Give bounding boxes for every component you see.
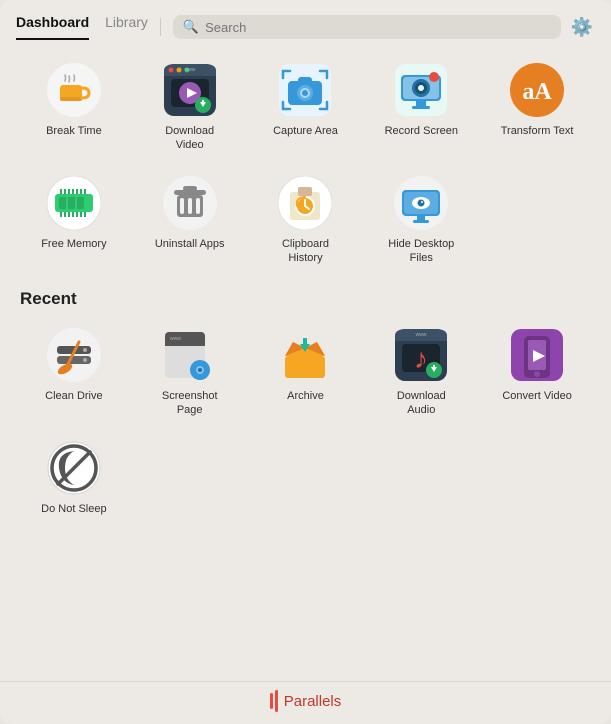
convert-video-label: Convert Video xyxy=(502,389,572,403)
hide-desktop-files-label: Hide DesktopFiles xyxy=(388,237,454,266)
search-icon: 🔍 xyxy=(183,19,199,35)
capture-area-label: Capture Area xyxy=(273,124,338,138)
settings-button[interactable]: ⚙️ xyxy=(569,15,595,40)
parallels-logo: Parallels xyxy=(270,690,342,712)
record-screen-item[interactable]: Record Screen xyxy=(363,52,479,161)
capture-area-icon-wrap xyxy=(277,62,333,118)
svg-text:aA: aA xyxy=(522,79,552,105)
gear-icon: ⚙️ xyxy=(571,17,593,37)
tabs: Dashboard Library xyxy=(16,14,148,40)
archive-icon-wrap xyxy=(277,327,333,383)
download-audio-item[interactable]: www ♪ DownloadAudio xyxy=(363,317,479,426)
download-video-item[interactable]: www DownloadVideo xyxy=(132,52,248,161)
download-video-label: DownloadVideo xyxy=(165,124,214,153)
do-not-sleep-icon-wrap xyxy=(46,440,102,496)
uninstall-apps-icon-wrap xyxy=(162,175,218,231)
download-audio-icon-wrap: www ♪ xyxy=(393,327,449,383)
do-not-sleep-item[interactable]: Do Not Sleep xyxy=(16,430,132,524)
clipboard-history-label: ClipboardHistory xyxy=(282,237,329,266)
clipboard-history-icon-wrap xyxy=(277,175,333,231)
download-video-icon-wrap: www xyxy=(162,62,218,118)
svg-text:www: www xyxy=(416,332,427,338)
main-content: Break Time www xyxy=(0,40,611,681)
parallels-bar-2 xyxy=(275,690,278,712)
transform-text-label: Transform Text xyxy=(501,124,574,138)
parallels-brand-name: Parallels xyxy=(284,693,342,710)
convert-video-item[interactable]: Convert Video xyxy=(479,317,595,426)
transform-text-item[interactable]: aA Transform Text xyxy=(479,52,595,161)
search-box[interactable]: 🔍 xyxy=(173,15,561,39)
transform-text-icon-wrap: aA xyxy=(509,62,565,118)
uninstall-apps-label: Uninstall Apps xyxy=(155,237,225,251)
tab-dashboard[interactable]: Dashboard xyxy=(16,14,89,40)
svg-text:www: www xyxy=(184,67,195,73)
clean-drive-label: Clean Drive xyxy=(45,389,102,403)
record-screen-icon-wrap xyxy=(393,62,449,118)
convert-video-icon-wrap xyxy=(509,327,565,383)
clean-drive-icon-wrap xyxy=(46,327,102,383)
svg-text:www: www xyxy=(170,336,181,342)
break-time-icon-wrap xyxy=(46,62,102,118)
parallels-icon xyxy=(270,690,278,712)
clean-drive-item[interactable]: Clean Drive xyxy=(16,317,132,426)
screenshot-page-item[interactable]: www ScreenshotPage xyxy=(132,317,248,426)
parallels-bar-1 xyxy=(270,693,273,709)
free-memory-item[interactable]: Free Memory xyxy=(16,165,132,274)
hide-desktop-files-icon-wrap xyxy=(393,175,449,231)
screenshot-page-label: ScreenshotPage xyxy=(162,389,218,418)
recent-icon-grid: Clean Drive www xyxy=(16,317,595,524)
capture-area-item[interactable]: Capture Area xyxy=(248,52,364,161)
empty-grid-item xyxy=(479,165,595,274)
break-time-item[interactable]: Break Time xyxy=(16,52,132,161)
search-input[interactable] xyxy=(205,20,550,35)
header-divider xyxy=(160,18,161,36)
hide-desktop-files-item[interactable]: Hide DesktopFiles xyxy=(363,165,479,274)
record-screen-label: Record Screen xyxy=(385,124,458,138)
svg-text:♪: ♪ xyxy=(414,343,428,374)
do-not-sleep-label: Do Not Sleep xyxy=(41,502,106,516)
app-window: Dashboard Library 🔍 ⚙️ xyxy=(0,0,611,724)
archive-item[interactable]: Archive xyxy=(248,317,364,426)
screenshot-page-icon-wrap: www xyxy=(162,327,218,383)
main-icon-grid: Break Time www xyxy=(16,52,595,273)
clipboard-history-item[interactable]: ClipboardHistory xyxy=(248,165,364,274)
free-memory-icon-wrap xyxy=(46,175,102,231)
footer: Parallels xyxy=(0,681,611,724)
break-time-label: Break Time xyxy=(46,124,102,138)
tab-library[interactable]: Library xyxy=(105,14,148,40)
header: Dashboard Library 🔍 ⚙️ xyxy=(0,0,611,40)
uninstall-apps-item[interactable]: Uninstall Apps xyxy=(132,165,248,274)
recent-section-title: Recent xyxy=(16,289,595,309)
free-memory-label: Free Memory xyxy=(41,237,106,251)
download-audio-label: DownloadAudio xyxy=(397,389,446,418)
archive-label: Archive xyxy=(287,389,324,403)
